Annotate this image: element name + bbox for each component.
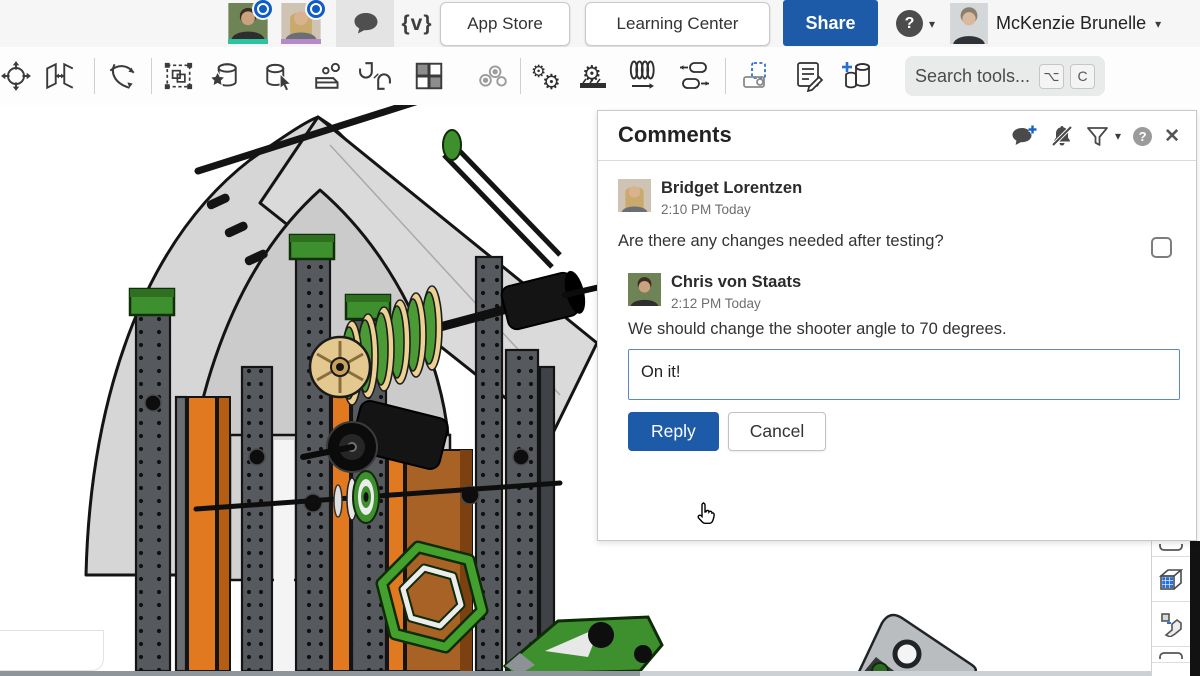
notifications-off-icon[interactable] <box>1050 124 1074 148</box>
close-panel-icon[interactable]: ✕ <box>1164 125 1180 148</box>
cancel-button[interactable]: Cancel <box>728 412 826 451</box>
model-side-plate <box>858 615 976 676</box>
share-button[interactable]: Share <box>783 0 878 46</box>
user-name-label: McKenzie Brunelle <box>996 13 1146 34</box>
toolbar-divider <box>725 58 726 94</box>
learning-center-button[interactable]: Learning Center <box>585 2 770 46</box>
tool-insert[interactable] <box>309 54 349 98</box>
assembly-toolbar: ⚙ ⚙ ⚙ <box>0 47 1200 106</box>
search-tools-input[interactable]: Search tools... ⌥ C <box>905 56 1105 96</box>
comment-reply: Chris von Staats 2:12 PM Today We should… <box>628 273 1174 451</box>
comments-panel-body: Bridget Lorentzen 2:10 PM Today Are ther… <box>598 161 1196 451</box>
option-keycap: ⌥ <box>1039 64 1064 89</box>
comments-title: Comments <box>618 122 732 148</box>
featurescript-icon[interactable]: {v} <box>394 0 440 47</box>
tool-mate-connector[interactable] <box>473 54 513 98</box>
new-comment-icon[interactable] <box>1011 124 1038 148</box>
tool-pan-rotate[interactable] <box>0 54 36 98</box>
comment-timestamp: 2:10 PM Today <box>661 202 802 217</box>
comment-author: Bridget Lorentzen <box>661 179 802 198</box>
chat-bubble-icon <box>352 11 379 36</box>
presence-color-bar <box>281 39 321 44</box>
comment-text: Are there any changes needed after testi… <box>618 232 1174 251</box>
tool-group[interactable] <box>409 54 449 98</box>
comment-avatar <box>628 273 661 306</box>
avatar-photo <box>950 3 988 44</box>
tool-transform[interactable] <box>102 54 142 98</box>
toolbar-divider <box>94 58 95 94</box>
filter-caret-icon[interactable]: ▾ <box>1115 129 1121 143</box>
view-cube-button[interactable] <box>1152 557 1190 602</box>
comment-item: Bridget Lorentzen 2:10 PM Today <box>618 179 1174 217</box>
app-store-button[interactable]: App Store <box>440 2 570 46</box>
comments-panel-header: Comments <box>598 111 1196 161</box>
user-avatar[interactable] <box>950 3 988 44</box>
filter-icon[interactable] <box>1086 126 1109 147</box>
view-tool-partial-bottom[interactable] <box>1152 647 1190 663</box>
presence-color-bar <box>228 39 268 44</box>
tool-edit-in-context[interactable] <box>738 54 778 98</box>
bottom-left-panel-corner <box>0 630 104 671</box>
c-keycap: C <box>1070 64 1095 89</box>
toolbar-divider <box>151 58 152 94</box>
panel-help-icon[interactable]: ? <box>1133 127 1152 146</box>
comment-avatar <box>618 179 651 212</box>
collaborator-avatar-2[interactable] <box>281 3 321 44</box>
view-tool-partial[interactable] <box>1152 541 1190 557</box>
user-menu-caret-icon: ▾ <box>1155 17 1161 31</box>
tool-gear-relation[interactable]: ⚙ ⚙ <box>526 54 566 98</box>
user-menu[interactable]: McKenzie Brunelle ▾ <box>996 0 1161 47</box>
tool-cylindrical-mate[interactable] <box>675 54 715 98</box>
svg-text:⚙: ⚙ <box>542 70 561 93</box>
comment-timestamp: 2:12 PM Today <box>671 296 801 311</box>
tool-mirror[interactable] <box>40 54 80 98</box>
tool-edit-pattern[interactable] <box>159 54 199 98</box>
tool-select-part[interactable] <box>259 54 299 98</box>
view-tools-strip <box>1151 541 1190 676</box>
comment-text: We should change the shooter angle to 70… <box>628 320 1174 339</box>
tool-create-version[interactable] <box>204 54 244 98</box>
search-placeholder: Search tools... <box>915 66 1033 87</box>
tool-spring[interactable] <box>623 54 663 98</box>
onshape-window: {v} App Store Learning Center Share ? ▾ … <box>0 0 1200 676</box>
comments-toggle-button[interactable] <box>336 0 394 47</box>
comments-panel: Comments <box>597 110 1197 541</box>
screen-edge <box>1190 541 1200 676</box>
resolve-checkbox[interactable] <box>1151 237 1172 258</box>
tool-bill-of-materials[interactable] <box>789 54 829 98</box>
section-view-button[interactable] <box>1152 602 1190 647</box>
help-caret-icon[interactable]: ▾ <box>929 17 935 31</box>
onshape-badge-icon <box>252 0 274 20</box>
top-bar: {v} App Store Learning Center Share ? ▾ … <box>0 0 1200 48</box>
reply-input[interactable]: On it! <box>628 349 1180 400</box>
collaborator-avatar-1[interactable] <box>228 3 268 44</box>
toolbar-divider <box>520 58 521 94</box>
help-menu-button[interactable]: ? <box>896 10 923 37</box>
comment-author: Chris von Staats <box>671 273 801 292</box>
tool-insert-part[interactable] <box>837 54 877 98</box>
tool-mate[interactable] <box>355 54 395 98</box>
reply-button[interactable]: Reply <box>628 412 719 451</box>
tool-rack-and-pinion[interactable]: ⚙ <box>573 54 613 98</box>
onshape-badge-icon <box>305 0 327 20</box>
